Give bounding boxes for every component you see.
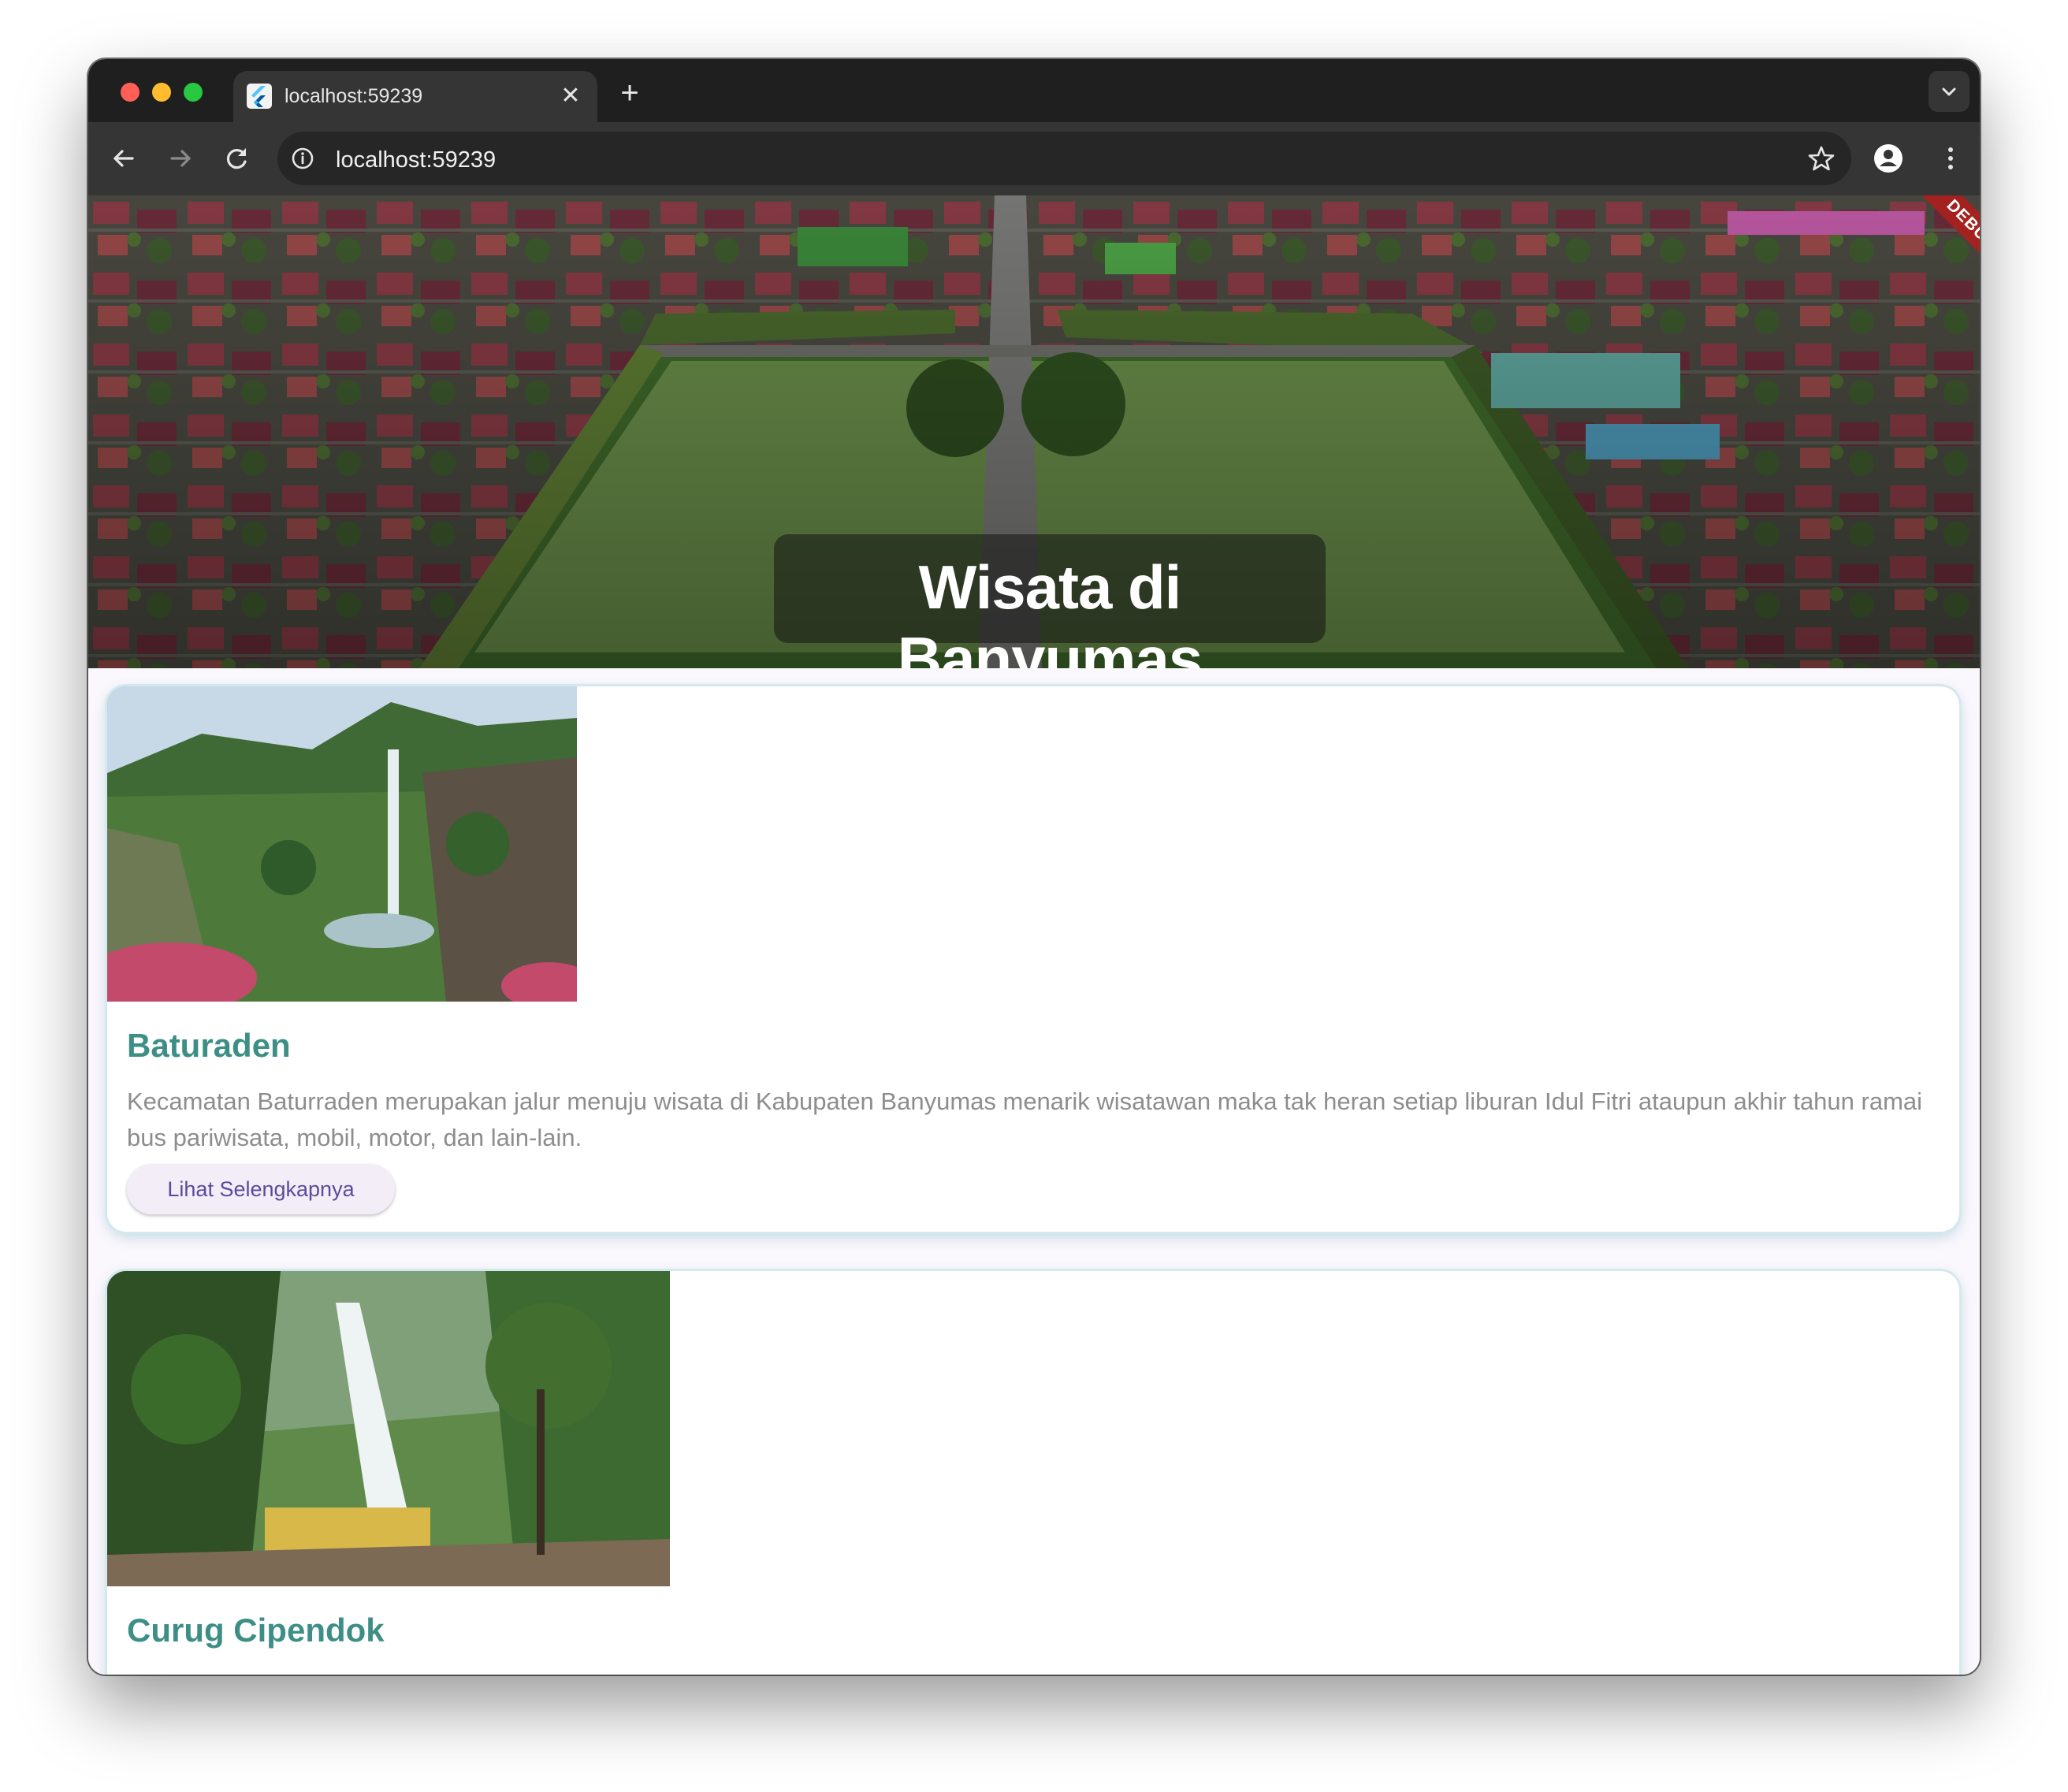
zoom-window-button[interactable] — [184, 83, 203, 102]
tab-strip: localhost:59239 ✕ + — [88, 59, 1980, 122]
profile-icon[interactable] — [1873, 143, 1904, 174]
hero-title-box: Wisata di Banyumas — [774, 534, 1326, 668]
destination-card[interactable]: Curug Cipendok — [107, 1271, 1959, 1675]
page-content: Wisata di Banyumas DEBUG Baturaden Kecam… — [88, 195, 1980, 1675]
kebab-menu-icon[interactable] — [1935, 143, 1966, 174]
address-bar[interactable]: localhost:59239 — [277, 132, 1851, 185]
destination-card[interactable]: Baturaden Kecamatan Baturraden merupakan… — [107, 686, 1959, 1232]
hero-title: Wisata di Banyumas — [897, 552, 1203, 668]
tab-close-icon[interactable]: ✕ — [558, 84, 583, 109]
minimize-window-button[interactable] — [152, 83, 171, 102]
flutter-favicon-icon — [247, 84, 272, 109]
hero-banner: Wisata di Banyumas DEBUG — [88, 195, 1980, 668]
waterfall-photo — [107, 1271, 670, 1586]
reload-icon — [227, 148, 247, 169]
browser-window: localhost:59239 ✕ + localhost:59239 Wisa… — [88, 59, 1980, 1675]
destination-title: Baturaden — [127, 1027, 291, 1064]
chevron-down-icon — [1942, 87, 1956, 96]
forward-arrow-icon — [170, 150, 191, 167]
browser-toolbar: localhost:59239 — [88, 122, 1980, 195]
info-icon[interactable] — [290, 146, 315, 171]
see-more-button[interactable]: Lihat Selengkapnya — [127, 1164, 395, 1214]
close-window-button[interactable] — [121, 83, 139, 102]
waterfall-photo — [107, 686, 577, 1002]
bookmark-star-icon[interactable] — [1807, 144, 1836, 173]
reload-button[interactable] — [220, 141, 255, 176]
tab-active[interactable]: localhost:59239 ✕ — [233, 71, 597, 122]
back-arrow-icon — [113, 150, 134, 167]
destination-image — [107, 1271, 670, 1586]
forward-button[interactable] — [163, 141, 198, 176]
destination-image — [107, 686, 577, 1002]
url-text[interactable]: localhost:59239 — [336, 147, 496, 173]
tab-search-button[interactable] — [1929, 71, 1969, 112]
destination-description: Kecamatan Baturraden merupakan jalur men… — [127, 1087, 1923, 1151]
new-tab-button[interactable]: + — [614, 77, 645, 109]
back-button[interactable] — [106, 141, 141, 176]
destination-title: Curug Cipendok — [127, 1612, 385, 1649]
tab-title: localhost:59239 — [285, 85, 423, 107]
